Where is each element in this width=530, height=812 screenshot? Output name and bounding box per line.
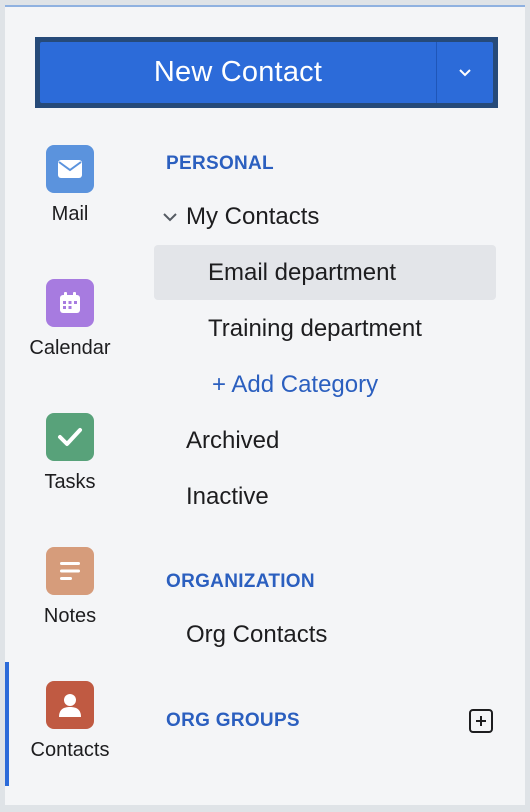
- person-icon: [46, 681, 94, 729]
- rail-item-label: Contacts: [30, 739, 110, 761]
- check-icon: [46, 413, 94, 461]
- section-personal-heading: PERSONAL: [166, 153, 274, 174]
- rail-item-label: Notes: [43, 605, 97, 627]
- tree-item-inactive[interactable]: Inactive: [186, 483, 269, 511]
- chevron-down-icon[interactable]: [162, 211, 178, 223]
- tree-item-label: Inactive: [186, 483, 269, 510]
- rail-item-tasks[interactable]: Tasks: [5, 413, 135, 523]
- section-org-groups-heading: ORG GROUPS: [166, 710, 300, 731]
- chevron-down-icon: [459, 68, 471, 76]
- category-label: Training department: [208, 315, 422, 342]
- tree-item-archived[interactable]: Archived: [186, 427, 279, 455]
- active-indicator: [5, 662, 9, 786]
- rail-item-label: Calendar: [29, 337, 111, 359]
- category-label: Email department: [208, 259, 397, 286]
- add-category-link[interactable]: + Add Category: [212, 371, 378, 399]
- category-training-department[interactable]: Training department: [208, 315, 422, 343]
- new-contact-split-button: New Contact: [40, 42, 493, 103]
- rail-item-calendar[interactable]: Calendar: [5, 279, 135, 389]
- rail-item-mail[interactable]: Mail: [5, 145, 135, 255]
- new-contact-dropdown-button[interactable]: [436, 42, 493, 103]
- rail-item-notes[interactable]: Notes: [5, 547, 135, 657]
- tree-item-org-contacts[interactable]: Org Contacts: [186, 621, 327, 649]
- add-category-label: + Add Category: [212, 371, 379, 398]
- new-contact-button-group: New Contact: [35, 37, 498, 108]
- category-email-department[interactable]: Email department: [208, 259, 396, 287]
- mail-icon: [46, 145, 94, 193]
- tree-item-label: My Contacts: [186, 203, 320, 230]
- notes-icon: [46, 547, 94, 595]
- plus-icon: [476, 716, 486, 726]
- calendar-icon: [46, 279, 94, 327]
- add-org-group-button[interactable]: [469, 709, 493, 733]
- rail-item-contacts[interactable]: Contacts: [5, 681, 135, 791]
- tree-item-label: Org Contacts: [186, 621, 328, 648]
- rail-item-label: Mail: [51, 203, 89, 225]
- section-organization-heading: ORGANIZATION: [166, 571, 315, 592]
- tree-item-my-contacts[interactable]: My Contacts: [162, 203, 319, 231]
- rail-item-label: Tasks: [44, 471, 96, 493]
- contacts-sidebar: New Contact Mail Calendar Tasks Notes Co…: [5, 5, 525, 805]
- new-contact-button[interactable]: New Contact: [40, 42, 436, 103]
- tree-item-label: Archived: [186, 427, 280, 454]
